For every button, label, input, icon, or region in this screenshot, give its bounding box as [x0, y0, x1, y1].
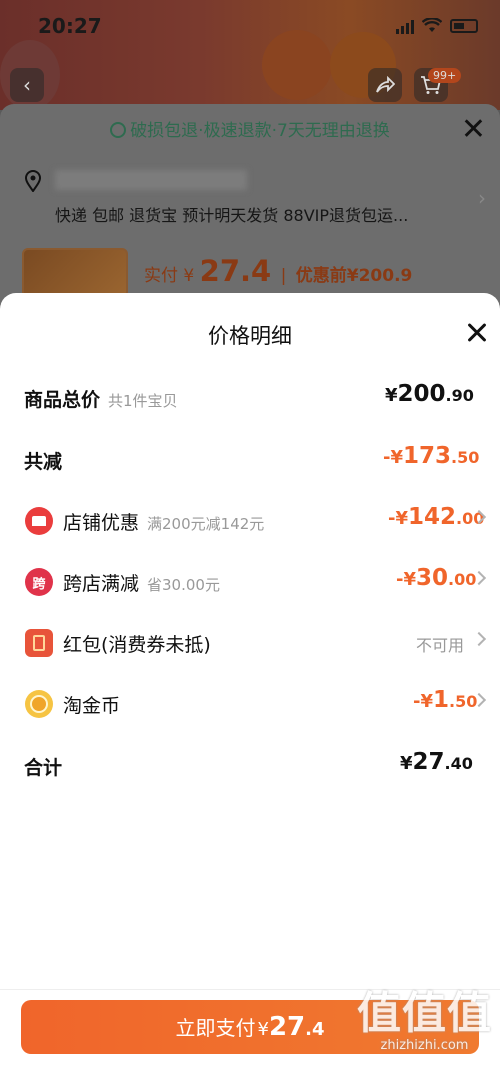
shop-discount-label: 店铺优惠 满200元减142元 [63, 512, 265, 534]
total-discount-label: 共减 [24, 451, 63, 473]
pay-now-int: 27 [268, 1012, 306, 1042]
goods-total-label: 商品总价 共1件宝贝 [24, 389, 178, 411]
background-close-icon[interactable]: ✕ [461, 112, 486, 147]
before-amount: ¥200.9 [346, 266, 413, 286]
sheet-title: 价格明细 [208, 324, 292, 348]
pay-now-label: 立即支付 [175, 1016, 256, 1040]
taojinbi-label: 淘金币 [63, 695, 121, 717]
pay-amount: 27.4 [199, 254, 272, 288]
cross-store-saving: 省30.00元 [147, 576, 220, 594]
share-button[interactable] [368, 68, 402, 102]
cross-store-discount-row[interactable]: 跨 跨店满减 省30.00元 -¥30.00 [0, 563, 500, 603]
grand-total-row: 合计 ¥27.40 [0, 747, 500, 787]
close-icon[interactable] [464, 319, 492, 347]
address-blurred[interactable] [55, 170, 247, 190]
red-packet-row[interactable]: 红包(消费券未抵) 不可用 [0, 624, 500, 664]
total-discount-amount: -¥173.50 [383, 443, 480, 469]
before-label: 优惠前 [295, 266, 347, 286]
taojinbi-amount: -¥1.50 [413, 687, 478, 713]
shield-check-icon [110, 122, 127, 138]
pay-now-dec: .4 [305, 1019, 325, 1040]
goods-count: 共1件宝贝 [108, 392, 178, 410]
red-packet-status: 不可用 [416, 636, 465, 655]
shop-discount-row[interactable]: 店铺优惠 满200元减142元 -¥142.00 [0, 502, 500, 542]
shipping-info: 快递 包邮 退货宝 预计明天发货 88VIP退货包运... [55, 206, 409, 225]
battery-icon [450, 19, 478, 33]
red-packet-icon [25, 629, 53, 657]
pay-now-currency: ¥ [257, 1019, 269, 1040]
goods-total-row: 商品总价 共1件宝贝 ¥200.90 [0, 379, 500, 419]
shop-discount-amount: -¥142.00 [388, 504, 485, 530]
red-packet-label: 红包(消费券未抵) [63, 634, 211, 656]
coin-icon [25, 690, 53, 718]
shop-discount-rule: 满200元减142元 [147, 515, 265, 533]
status-bar: 20:27 [0, 8, 500, 44]
signal-icon [396, 18, 414, 34]
shop-icon [25, 507, 53, 535]
chevron-right-icon [471, 631, 487, 647]
chevron-left-icon: ‹ [23, 73, 31, 97]
price-detail-sheet: 价格明细 商品总价 共1件宝贝 ¥200.90 共减 -¥173.50 店铺优惠满… [0, 293, 500, 1067]
goods-total-amount: ¥200.90 [385, 381, 474, 407]
pay-label: 实付 [144, 266, 178, 286]
total-discount-row: 共减 -¥173.50 [0, 441, 500, 481]
cross-store-icon: 跨 [25, 568, 53, 596]
wifi-icon [422, 18, 442, 32]
taojinbi-row[interactable]: 淘金币 -¥1.50 [0, 685, 500, 725]
guarantee-banner: 破损包退·极速退款·7天无理由退换 [0, 116, 500, 141]
status-time: 20:27 [38, 14, 102, 38]
grand-total-label: 合计 [24, 757, 63, 779]
cross-store-label: 跨店满减 省30.00元 [63, 573, 220, 595]
back-button[interactable]: ‹ [10, 68, 44, 102]
cross-store-amount: -¥30.00 [396, 565, 477, 591]
cart-badge: 99+ [428, 68, 462, 83]
share-icon [376, 76, 395, 93]
guarantee-text: 破损包退·极速退款·7天无理由退换 [130, 121, 390, 141]
grand-total-amount: ¥27.40 [400, 749, 473, 775]
order-pay-summary: 实付 ¥ 27.4 | 优惠前¥200.9 [144, 254, 413, 288]
pay-currency: ¥ [183, 266, 195, 286]
product-thumbnail [22, 248, 128, 298]
address-chevron-icon: › [478, 186, 486, 210]
location-pin-icon [24, 170, 42, 192]
site-watermark: 值 值 值 zhizhizhi.com [357, 988, 491, 1053]
